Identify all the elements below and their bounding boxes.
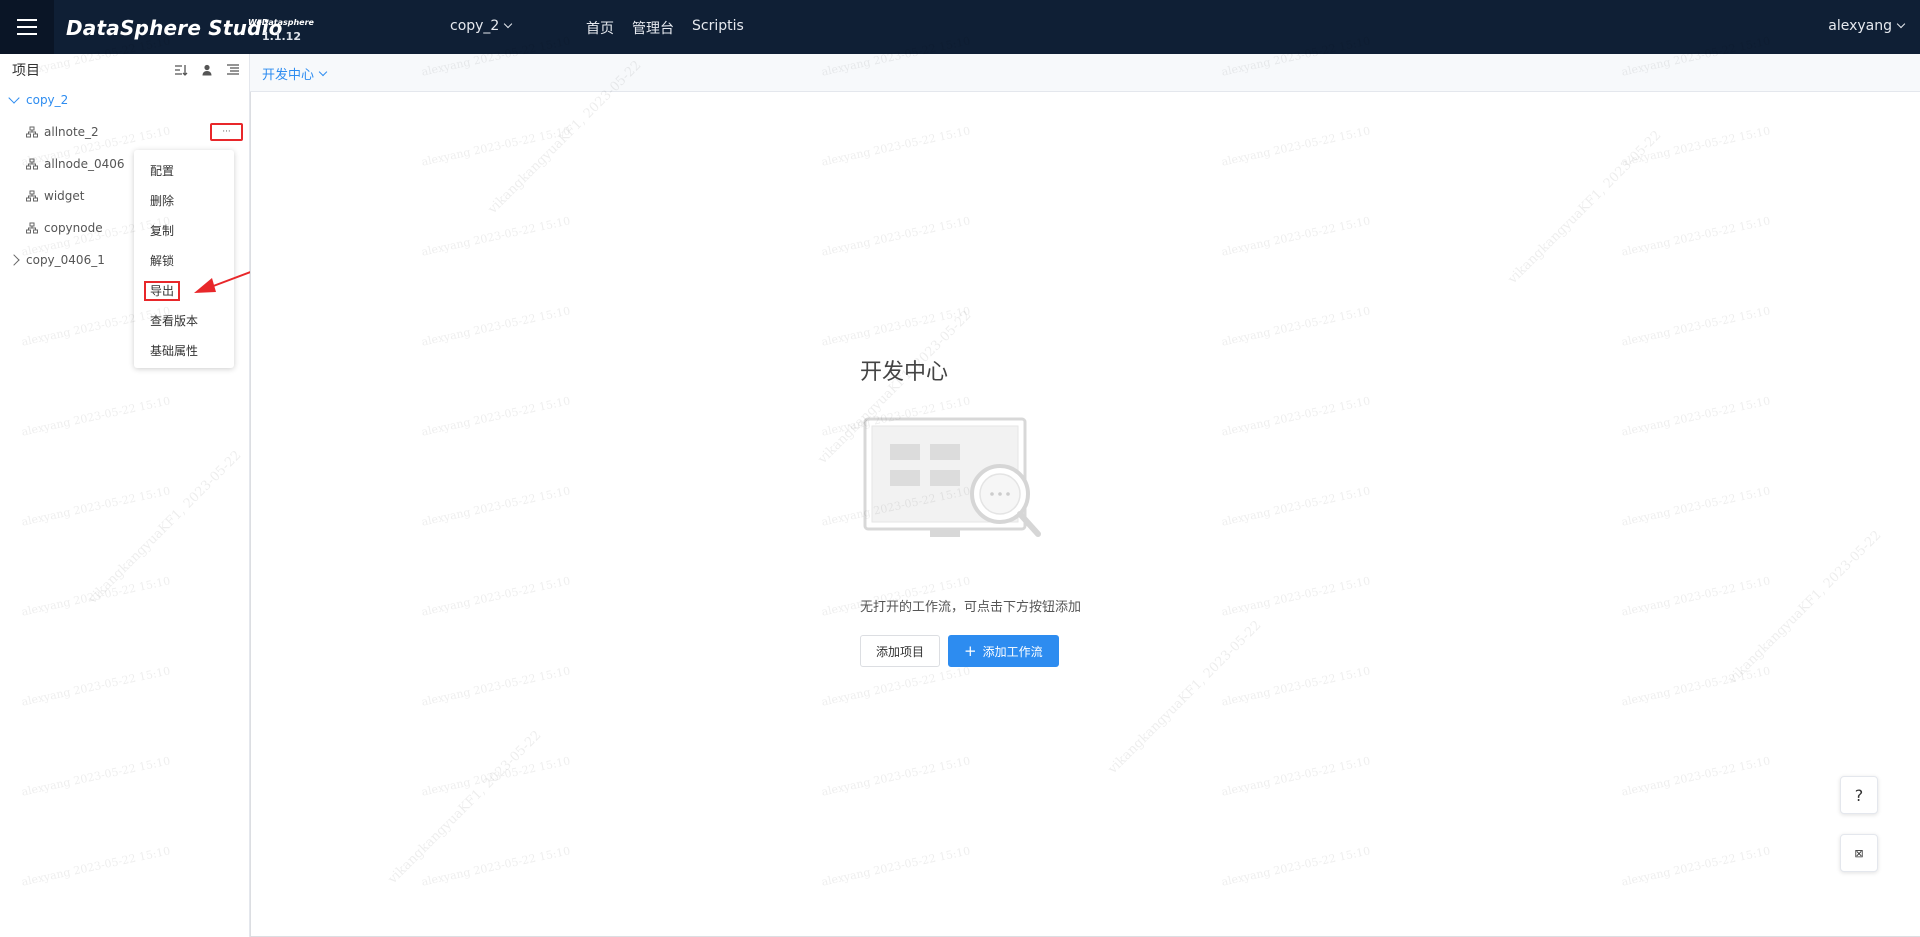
app-version: 1.1.12 — [262, 30, 301, 43]
tree-project-copy-2[interactable]: copy_2 — [0, 84, 250, 116]
tree-label: allnote_2 — [44, 125, 99, 139]
tab-bar: 开发中心 — [250, 54, 1920, 92]
main-nav: 首页 管理台 Scriptis — [586, 18, 744, 38]
sidebar-header: 项目 — [12, 58, 240, 82]
empty-state-text: 无打开的工作流，可点击下方按钮添加 — [860, 600, 1082, 615]
list-view-icon[interactable] — [226, 63, 240, 77]
user-filter-icon[interactable] — [200, 63, 214, 77]
empty-state-title: 开发中心 — [860, 360, 949, 385]
chevron-down-icon — [1896, 19, 1906, 29]
tree-label: widget — [44, 189, 85, 203]
tab-dev-center[interactable]: 开发中心 — [262, 64, 328, 83]
menu-item-properties[interactable]: 基础属性 — [134, 336, 234, 366]
sidebar-title: 项目 — [12, 63, 40, 79]
nav-home[interactable]: 首页 — [586, 18, 614, 38]
nav-scriptis[interactable]: Scriptis — [692, 18, 744, 38]
workflow-icon — [26, 158, 38, 170]
menu-item-export-label: 导出 — [144, 281, 181, 301]
top-header: DataSphere Studio WeDatasphere 1.1.12 co… — [0, 0, 1920, 54]
nav-admin[interactable]: 管理台 — [632, 18, 674, 38]
chevron-right-icon[interactable] — [8, 254, 20, 266]
help-button[interactable]: ? — [1840, 776, 1878, 814]
workflow-icon — [26, 190, 38, 202]
tree-workflow-allnote-2[interactable]: allnote_2 ··· — [0, 116, 250, 148]
main-area: 开发中心 开发中心 无打开的工作流，可点击下方按钮添加 添加项目 + 添加工作流… — [250, 54, 1920, 937]
user-menu[interactable]: alexyang — [1828, 18, 1906, 34]
sidebar-tools — [174, 63, 240, 77]
user-name: alexyang — [1828, 18, 1892, 34]
menu-item-config[interactable]: 配置 — [134, 156, 234, 186]
sort-icon[interactable] — [174, 63, 188, 77]
tree-label: copynode — [44, 221, 103, 235]
project-switcher[interactable]: copy_2 — [450, 18, 513, 34]
add-workflow-label: 添加工作流 — [982, 644, 1043, 659]
menu-item-delete[interactable]: 删除 — [134, 186, 234, 216]
project-switcher-label: copy_2 — [450, 18, 500, 34]
add-workflow-button[interactable]: + 添加工作流 — [948, 635, 1059, 667]
workflow-icon — [26, 222, 38, 234]
workspace-frame — [250, 92, 1920, 937]
tree-label: allnode_0406 — [44, 157, 125, 171]
tree-label: copy_0406_1 — [26, 253, 105, 267]
tree-label: copy_2 — [26, 93, 69, 107]
menu-item-versions[interactable]: 查看版本 — [134, 306, 234, 336]
tool-float-button[interactable]: ⊠ — [1840, 834, 1878, 872]
workflow-icon — [26, 126, 38, 138]
add-project-button[interactable]: 添加项目 — [860, 635, 941, 667]
menu-icon[interactable] — [0, 0, 54, 54]
more-options-button[interactable]: ··· — [210, 123, 243, 141]
plus-icon: + — [964, 641, 977, 660]
tab-dev-center-label: 开发中心 — [262, 68, 315, 83]
empty-state-actions: 添加项目 + 添加工作流 — [860, 635, 1059, 667]
empty-workflow-illustration — [863, 417, 1041, 537]
chevron-down-icon — [318, 67, 328, 76]
logo-subtitle: WeDatasphere — [248, 18, 314, 27]
chevron-down-icon — [504, 19, 513, 29]
chevron-down-icon[interactable] — [8, 92, 20, 104]
